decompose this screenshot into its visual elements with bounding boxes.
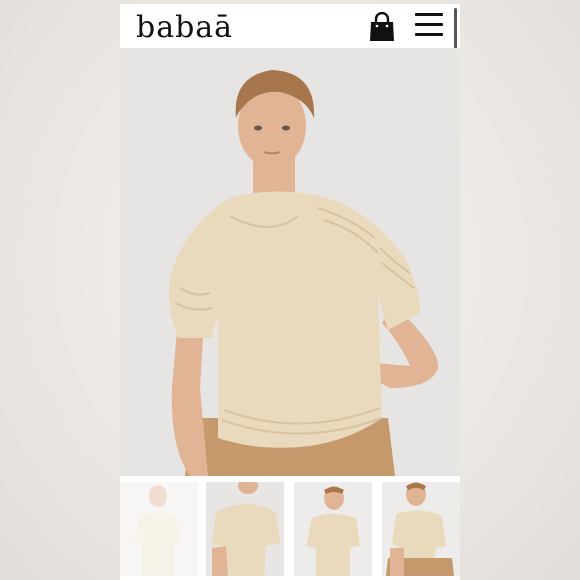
hamburger-menu-icon[interactable] [415,13,443,37]
product-hero-image[interactable] [120,48,460,476]
thumbnail-strip [120,482,460,580]
thumbnail-detail[interactable] [206,482,284,576]
shopping-bag-icon[interactable] [369,11,395,42]
brand-logo[interactable]: babaā [136,8,233,48]
thumbnail-side[interactable] [294,482,372,576]
top-navigation-bar: babaā [120,4,460,188]
thumbnail-seated[interactable] [382,482,460,576]
thumbnail-front[interactable] [120,482,198,576]
phone-screen: babaā [120,4,460,580]
